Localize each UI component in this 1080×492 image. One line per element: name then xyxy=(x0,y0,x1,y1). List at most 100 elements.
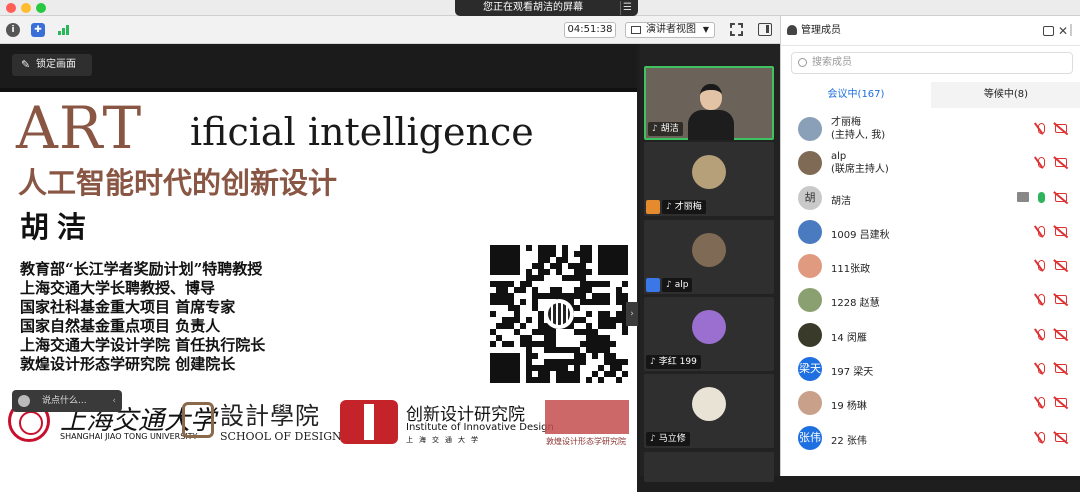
video-tile[interactable]: ♪ 马立修 xyxy=(644,374,774,448)
qr-module xyxy=(532,341,538,347)
video-tile[interactable] xyxy=(644,452,774,482)
qr-module xyxy=(592,299,598,305)
qr-module xyxy=(556,359,562,365)
tab-in-meeting[interactable]: 会议中(167) xyxy=(781,82,931,108)
qr-module xyxy=(598,293,604,299)
member-row[interactable]: 张伟 22 张伟 xyxy=(781,421,1080,455)
qr-module xyxy=(508,305,514,311)
qr-module xyxy=(574,275,580,281)
video-tile[interactable]: ♪ 李红 199 xyxy=(644,297,774,371)
close-icon[interactable]: ✕ xyxy=(1058,16,1068,46)
camera-off-icon[interactable] xyxy=(1055,398,1067,408)
qr-module xyxy=(574,359,580,365)
info-icon[interactable]: i xyxy=(6,23,20,37)
member-row[interactable]: 1228 赵慧 xyxy=(781,283,1080,317)
sidebar-toggle-icon[interactable] xyxy=(758,23,772,36)
mic-muted-icon[interactable] xyxy=(1038,157,1045,169)
camera-off-icon[interactable] xyxy=(1055,192,1067,202)
camera-off-icon[interactable] xyxy=(1055,261,1067,271)
search-icon xyxy=(798,58,807,67)
video-gallery: ♪ 胡洁 ♪ 才丽梅 ♪ alp ♪ 李红 199 ♪ 马立修 xyxy=(640,44,780,482)
member-row[interactable]: 才丽梅 (主持人, 我) xyxy=(781,112,1080,146)
mic-muted-icon[interactable] xyxy=(1038,225,1045,237)
close-window-button[interactable] xyxy=(6,3,16,13)
video-tile[interactable]: ♪ 胡洁 xyxy=(644,66,774,140)
video-tile[interactable]: ♪ 才丽梅 xyxy=(644,142,774,216)
qr-module xyxy=(622,329,628,335)
member-row[interactable]: 14 闵雁 xyxy=(781,318,1080,352)
chevron-left-icon[interactable]: ‹ xyxy=(112,390,116,412)
member-name: 111张政 xyxy=(831,264,871,276)
camera-off-icon[interactable] xyxy=(1055,432,1067,442)
mic-muted-icon[interactable] xyxy=(1038,123,1045,134)
signal-icon[interactable] xyxy=(57,23,71,37)
qr-module xyxy=(532,329,538,335)
qr-module xyxy=(490,329,496,335)
camera-off-icon[interactable] xyxy=(1055,158,1067,168)
member-row[interactable]: 梁天 197 梁天 xyxy=(781,352,1080,386)
qr-module xyxy=(580,275,586,281)
mic-muted-icon[interactable] xyxy=(1038,294,1045,306)
member-row[interactable]: 胡胡洁 xyxy=(781,181,1080,215)
slide-title-art: ART xyxy=(16,94,143,162)
qr-module xyxy=(544,377,550,383)
mic-muted-icon[interactable] xyxy=(1038,363,1045,375)
qr-module xyxy=(544,269,550,275)
video-tile[interactable]: ♪ alp xyxy=(644,220,774,294)
qr-module xyxy=(562,359,568,365)
dunhuang-logo xyxy=(545,400,629,434)
qr-module xyxy=(538,251,544,257)
camera-off-icon[interactable] xyxy=(1055,364,1067,374)
mic-muted-icon[interactable] xyxy=(1038,260,1045,272)
lock-view-button[interactable]: ✎ 锁定画面 xyxy=(12,54,92,76)
drag-handle-icon[interactable] xyxy=(1070,24,1078,36)
mic-muted-icon[interactable] xyxy=(1038,397,1045,409)
qr-module xyxy=(580,251,586,257)
qr-module xyxy=(580,317,586,323)
qr-module xyxy=(580,329,586,335)
collapse-video-arrow[interactable]: › xyxy=(626,302,638,326)
camera-off-icon[interactable] xyxy=(1055,329,1067,339)
qr-module xyxy=(508,317,514,323)
qr-module xyxy=(526,377,532,383)
avatar xyxy=(798,254,822,279)
qr-module xyxy=(574,263,580,269)
qr-module xyxy=(604,281,610,287)
chat-input-pill[interactable]: 说点什么... ‹ xyxy=(12,390,122,412)
member-row[interactable]: 111张政 xyxy=(781,249,1080,283)
camera-off-icon[interactable] xyxy=(1055,226,1067,236)
member-search-input[interactable]: 搜索成员 xyxy=(791,52,1073,74)
tab-waiting[interactable]: 等候中(8) xyxy=(931,82,1080,108)
qr-module xyxy=(598,377,604,383)
member-row[interactable]: alp (联席主持人) xyxy=(781,146,1080,180)
qr-module xyxy=(610,365,616,371)
qr-module xyxy=(598,317,604,323)
qr-module xyxy=(502,317,508,323)
qr-module xyxy=(598,335,604,341)
menu-icon[interactable]: ☰ xyxy=(620,1,634,15)
shield-icon[interactable]: ✚ xyxy=(31,23,45,37)
camera-off-icon[interactable] xyxy=(1055,124,1067,133)
user-icon xyxy=(787,25,797,35)
popout-icon[interactable] xyxy=(1043,26,1054,36)
video-name-label: ♪ 马立修 xyxy=(646,432,690,446)
minimize-window-button[interactable] xyxy=(21,3,31,13)
video-name-label: ♪ alp xyxy=(662,278,693,292)
zoom-window-button[interactable] xyxy=(36,3,46,13)
qr-module xyxy=(538,263,544,269)
qr-module xyxy=(616,287,622,293)
mic-muted-icon[interactable] xyxy=(1038,328,1045,340)
camera-off-icon[interactable] xyxy=(1055,295,1067,305)
iid-name-en: Institute of Innovative Design xyxy=(406,422,554,433)
fullscreen-icon[interactable] xyxy=(730,23,743,36)
avatar xyxy=(692,387,726,421)
member-row[interactable]: 1009 吕建秋 xyxy=(781,215,1080,249)
qr-module xyxy=(550,359,556,365)
mic-icon[interactable] xyxy=(1038,191,1045,203)
view-mode-select[interactable]: 演讲者视图 ▼ xyxy=(625,22,715,38)
mic-muted-icon[interactable] xyxy=(1038,431,1045,443)
qr-module xyxy=(532,275,538,281)
emoji-icon[interactable] xyxy=(18,395,30,407)
member-row[interactable]: 19 杨琳 xyxy=(781,386,1080,420)
qr-module xyxy=(586,245,592,251)
